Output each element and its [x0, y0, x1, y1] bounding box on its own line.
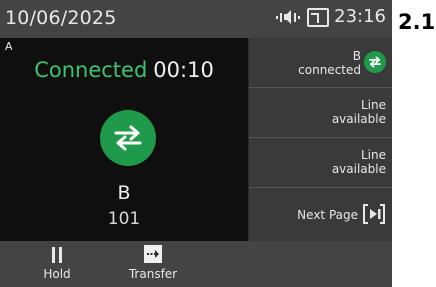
status-bar: 10/06/2025 23:16 [0, 0, 392, 38]
next-page-key[interactable]: Next Page [249, 188, 392, 241]
line-key-title: Line [360, 148, 386, 162]
next-page-label: Next Page [297, 208, 358, 222]
speaker-volume-icon [276, 9, 301, 24]
softkey-bar: Hold Transfer [0, 241, 392, 287]
line-key-label: Line available [332, 148, 386, 176]
remote-party-name: B [117, 182, 131, 204]
call-state: Connected [34, 58, 148, 82]
transfer-softkey[interactable]: Transfer [118, 241, 188, 287]
clock-time: 23:16 [334, 6, 386, 27]
active-call-panel: A Connected 00:10 B 101 [0, 38, 248, 241]
date-display: 10/06/2025 [5, 7, 117, 29]
swap-arrows-icon [114, 125, 142, 151]
figure-label: 2.1 [398, 10, 436, 34]
line-key-indicator-icon [307, 7, 330, 27]
call-transfer-state-icon [100, 110, 156, 166]
line-key-name: B [352, 49, 361, 63]
phone-screen: 10/06/2025 23:16 A Connected 00:10 B 101… [0, 0, 392, 287]
line-key-b-connected[interactable]: B connected [249, 38, 392, 88]
line-key-label: B connected [298, 49, 361, 77]
swap-arrows-icon [369, 56, 381, 68]
call-status-row: Connected 00:10 [0, 58, 248, 82]
line-key-available-2[interactable]: Line available [249, 138, 392, 188]
line-key-status: available [331, 112, 386, 126]
line-keys-panel: B connected Line available Line availabl… [249, 38, 392, 241]
line-key-status: connected [298, 63, 361, 77]
line-key-title: Line [360, 98, 386, 112]
line-key-label: Line available [332, 98, 386, 126]
transfer-icon [144, 245, 162, 263]
transfer-label: Transfer [128, 267, 178, 281]
status-icons: 23:16 [276, 6, 386, 27]
line-connected-icon [364, 51, 386, 73]
line-key-available-1[interactable]: Line available [249, 88, 392, 138]
call-duration: 00:10 [153, 58, 214, 82]
hold-label: Hold [43, 267, 71, 281]
pause-icon [52, 247, 62, 263]
next-page-icon [363, 204, 385, 224]
call-line-label: A [5, 40, 13, 53]
hold-softkey[interactable]: Hold [22, 241, 92, 287]
line-key-status: available [331, 162, 386, 176]
remote-party-number: 101 [107, 209, 141, 229]
